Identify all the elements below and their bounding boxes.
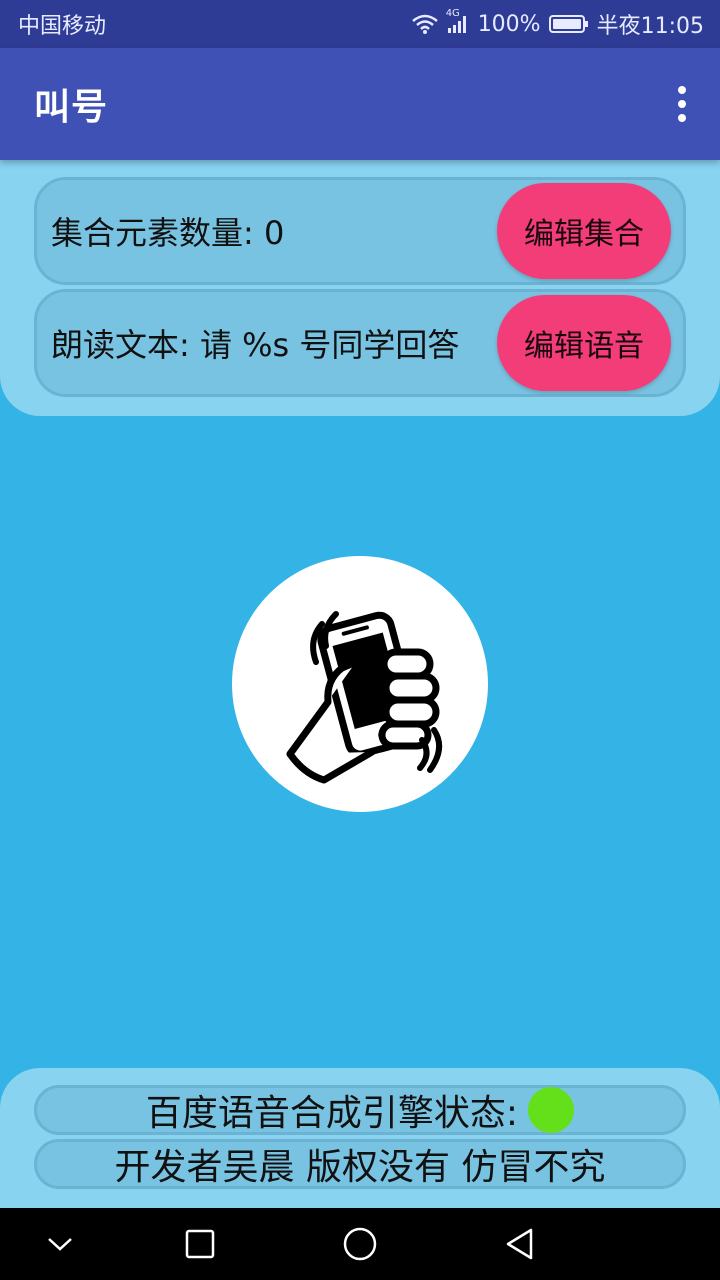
app-title: 叫号 — [34, 87, 109, 128]
credits-row: 开发者吴晨 版权没有 仿冒不究 — [34, 1139, 686, 1189]
recents-icon[interactable] — [180, 1226, 220, 1262]
more-vert-icon[interactable] — [670, 80, 694, 128]
credits-label: 开发者吴晨 版权没有 仿冒不究 — [114, 1147, 606, 1188]
cell-signal-icon: 4G — [446, 8, 470, 34]
battery-icon — [548, 14, 589, 34]
settings-panel: 集合元素数量: 0 编辑集合 朗读文本: 请 %s 号同学回答 编辑语音 — [0, 160, 720, 416]
carrier-label: 中国移动 — [18, 14, 107, 39]
set-count-row: 集合元素数量: 0 编辑集合 — [34, 177, 686, 285]
edit-set-button[interactable]: 编辑集合 — [497, 183, 671, 279]
engine-status-row: 百度语音合成引擎状态: — [34, 1085, 686, 1135]
battery-percent: 100% — [477, 11, 541, 37]
speech-text-row: 朗读文本: 请 %s 号同学回答 编辑语音 — [34, 289, 686, 397]
engine-status-indicator — [528, 1087, 575, 1133]
system-nav-bar — [0, 1208, 720, 1280]
engine-status-label: 百度语音合成引擎状态: — [145, 1093, 519, 1134]
wifi-icon — [411, 14, 438, 34]
network-type-label: 4G — [445, 8, 460, 19]
footer-panel: 百度语音合成引擎状态: 开发者吴晨 版权没有 仿冒不究 — [0, 1068, 720, 1208]
home-icon[interactable] — [340, 1226, 380, 1262]
edit-speech-button[interactable]: 编辑语音 — [497, 295, 671, 391]
set-count-label: 集合元素数量: 0 — [51, 214, 285, 252]
call-number-button[interactable] — [232, 556, 488, 812]
status-bar: 中国移动 4G 100% 半夜11:05 — [0, 0, 720, 48]
shaking-phone-hand-icon — [286, 611, 443, 784]
speech-text-label: 朗读文本: 请 %s 号同学回答 — [51, 326, 460, 364]
status-indicators: 4G 100% 半夜11:05 — [411, 8, 704, 40]
app-bar: 叫号 — [0, 48, 720, 160]
clock: 半夜11:05 — [596, 14, 704, 39]
back-icon[interactable] — [500, 1226, 540, 1262]
collapse-icon[interactable] — [40, 1226, 80, 1262]
